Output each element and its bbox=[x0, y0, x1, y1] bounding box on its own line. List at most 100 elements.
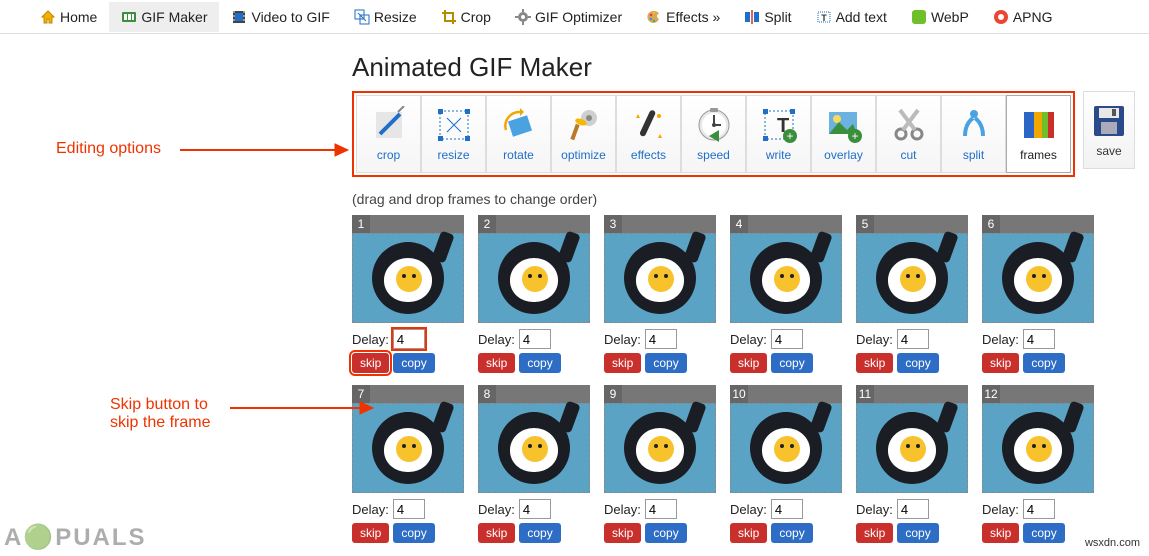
tool-overlay[interactable]: + overlay bbox=[811, 95, 876, 173]
tool-write[interactable]: T+ write bbox=[746, 95, 811, 173]
frame-image[interactable] bbox=[982, 403, 1094, 493]
frame-card[interactable]: 6Delay:skipcopy bbox=[982, 215, 1094, 373]
delay-input[interactable] bbox=[519, 499, 551, 519]
tool-crop[interactable]: crop bbox=[356, 95, 421, 173]
nav-apng-label: APNG bbox=[1013, 9, 1053, 25]
tool-resize[interactable]: resize bbox=[421, 95, 486, 173]
nav-webp[interactable]: WebP bbox=[899, 2, 981, 32]
tool-cut[interactable]: cut bbox=[876, 95, 941, 173]
frame-header: 2 bbox=[478, 215, 590, 233]
delay-input[interactable] bbox=[393, 329, 425, 349]
frame-image[interactable] bbox=[730, 403, 842, 493]
delay-input[interactable] bbox=[393, 499, 425, 519]
tool-frames[interactable]: frames bbox=[1006, 95, 1071, 173]
svg-text:T: T bbox=[821, 13, 827, 23]
delay-label: Delay: bbox=[604, 332, 641, 347]
delay-row: Delay: bbox=[352, 499, 464, 519]
frame-card[interactable]: 8Delay:skipcopy bbox=[478, 385, 590, 543]
delay-input[interactable] bbox=[1023, 499, 1055, 519]
copy-button[interactable]: copy bbox=[1023, 353, 1064, 373]
tool-optimize[interactable]: optimize bbox=[551, 95, 616, 173]
frame-card[interactable]: 12Delay:skipcopy bbox=[982, 385, 1094, 543]
tool-cut-label: cut bbox=[900, 148, 916, 162]
delay-label: Delay: bbox=[352, 502, 389, 517]
frame-image[interactable] bbox=[478, 403, 590, 493]
skip-button[interactable]: skip bbox=[730, 353, 767, 373]
frame-card[interactable]: 3 Delay: skipcopy bbox=[604, 215, 716, 373]
tool-effects-label: effects bbox=[631, 148, 666, 162]
frame-image[interactable] bbox=[478, 233, 590, 323]
frame-image[interactable] bbox=[856, 403, 968, 493]
copy-button[interactable]: copy bbox=[1023, 523, 1064, 543]
frame-image[interactable] bbox=[352, 233, 464, 323]
skip-button[interactable]: skip bbox=[856, 353, 893, 373]
frame-image[interactable] bbox=[856, 233, 968, 323]
frame-card[interactable]: 10Delay:skipcopy bbox=[730, 385, 842, 543]
frame-image[interactable] bbox=[982, 233, 1094, 323]
skip-button[interactable]: skip bbox=[982, 353, 1019, 373]
delay-label: Delay: bbox=[982, 332, 1019, 347]
nav-apng[interactable]: APNG bbox=[981, 2, 1065, 32]
tool-frames-label: frames bbox=[1020, 148, 1057, 162]
copy-button[interactable]: copy bbox=[771, 523, 812, 543]
skip-button[interactable]: skip bbox=[604, 353, 641, 373]
frame-card[interactable]: 1Delay:skipcopy bbox=[352, 215, 464, 373]
nav-home[interactable]: Home bbox=[28, 2, 109, 32]
copy-button[interactable]: copy bbox=[393, 353, 434, 373]
nav-gifmaker[interactable]: GIF Maker bbox=[109, 2, 219, 32]
frame-image[interactable] bbox=[730, 233, 842, 323]
copy-button[interactable]: copy bbox=[519, 523, 560, 543]
skip-button[interactable]: skip bbox=[478, 353, 515, 373]
save-button[interactable]: save bbox=[1083, 91, 1135, 169]
copy-button[interactable]: copy bbox=[771, 353, 812, 373]
nav-crop[interactable]: Crop bbox=[429, 2, 503, 32]
skip-button[interactable]: skip bbox=[730, 523, 767, 543]
skip-button[interactable]: skip bbox=[856, 523, 893, 543]
nav-video[interactable]: Video to GIF bbox=[219, 2, 341, 32]
frame-image[interactable] bbox=[604, 403, 716, 493]
nav-addtext[interactable]: T Add text bbox=[804, 2, 899, 32]
nav-optimizer[interactable]: GIF Optimizer bbox=[503, 2, 634, 32]
skip-button[interactable]: skip bbox=[352, 353, 389, 373]
frame-card[interactable]: 5Delay:skipcopy bbox=[856, 215, 968, 373]
copy-button[interactable]: copy bbox=[519, 353, 560, 373]
nav-effects[interactable]: Effects » bbox=[634, 2, 732, 32]
frame-image[interactable] bbox=[604, 233, 716, 323]
tool-rotate[interactable]: rotate bbox=[486, 95, 551, 173]
delay-input[interactable] bbox=[897, 329, 929, 349]
nav-split[interactable]: Split bbox=[732, 2, 803, 32]
delay-input[interactable] bbox=[897, 499, 929, 519]
skip-button[interactable]: skip bbox=[604, 523, 641, 543]
copy-button[interactable]: copy bbox=[645, 523, 686, 543]
speed-tool-icon bbox=[695, 106, 733, 144]
delay-input[interactable] bbox=[645, 329, 677, 349]
top-nav: Home GIF Maker Video to GIF Resize Crop … bbox=[0, 0, 1149, 34]
delay-input[interactable] bbox=[519, 329, 551, 349]
skip-button[interactable]: skip bbox=[352, 523, 389, 543]
frame-card[interactable]: 11Delay:skipcopy bbox=[856, 385, 968, 543]
frame-card[interactable]: 2Delay:skipcopy bbox=[478, 215, 590, 373]
delay-row: Delay: bbox=[856, 329, 968, 349]
copy-button[interactable]: copy bbox=[897, 523, 938, 543]
nav-resize[interactable]: Resize bbox=[342, 2, 429, 32]
delay-input[interactable] bbox=[645, 499, 677, 519]
frame-header: 3 bbox=[604, 215, 716, 233]
delay-input[interactable] bbox=[771, 329, 803, 349]
palette-icon bbox=[646, 9, 662, 25]
skip-button[interactable]: skip bbox=[982, 523, 1019, 543]
frame-card[interactable]: 4Delay:skipcopy bbox=[730, 215, 842, 373]
copy-button[interactable]: copy bbox=[393, 523, 434, 543]
skip-button[interactable]: skip bbox=[478, 523, 515, 543]
tool-split[interactable]: split bbox=[941, 95, 1006, 173]
delay-label: Delay: bbox=[856, 502, 893, 517]
delay-label: Delay: bbox=[856, 332, 893, 347]
copy-button[interactable]: copy bbox=[645, 353, 686, 373]
film-icon bbox=[231, 9, 247, 25]
tool-effects[interactable]: effects bbox=[616, 95, 681, 173]
delay-input[interactable] bbox=[771, 499, 803, 519]
delay-input[interactable] bbox=[1023, 329, 1055, 349]
tool-speed[interactable]: speed bbox=[681, 95, 746, 173]
frame-card[interactable]: 9Delay:skipcopy bbox=[604, 385, 716, 543]
apng-icon bbox=[993, 9, 1009, 25]
copy-button[interactable]: copy bbox=[897, 353, 938, 373]
